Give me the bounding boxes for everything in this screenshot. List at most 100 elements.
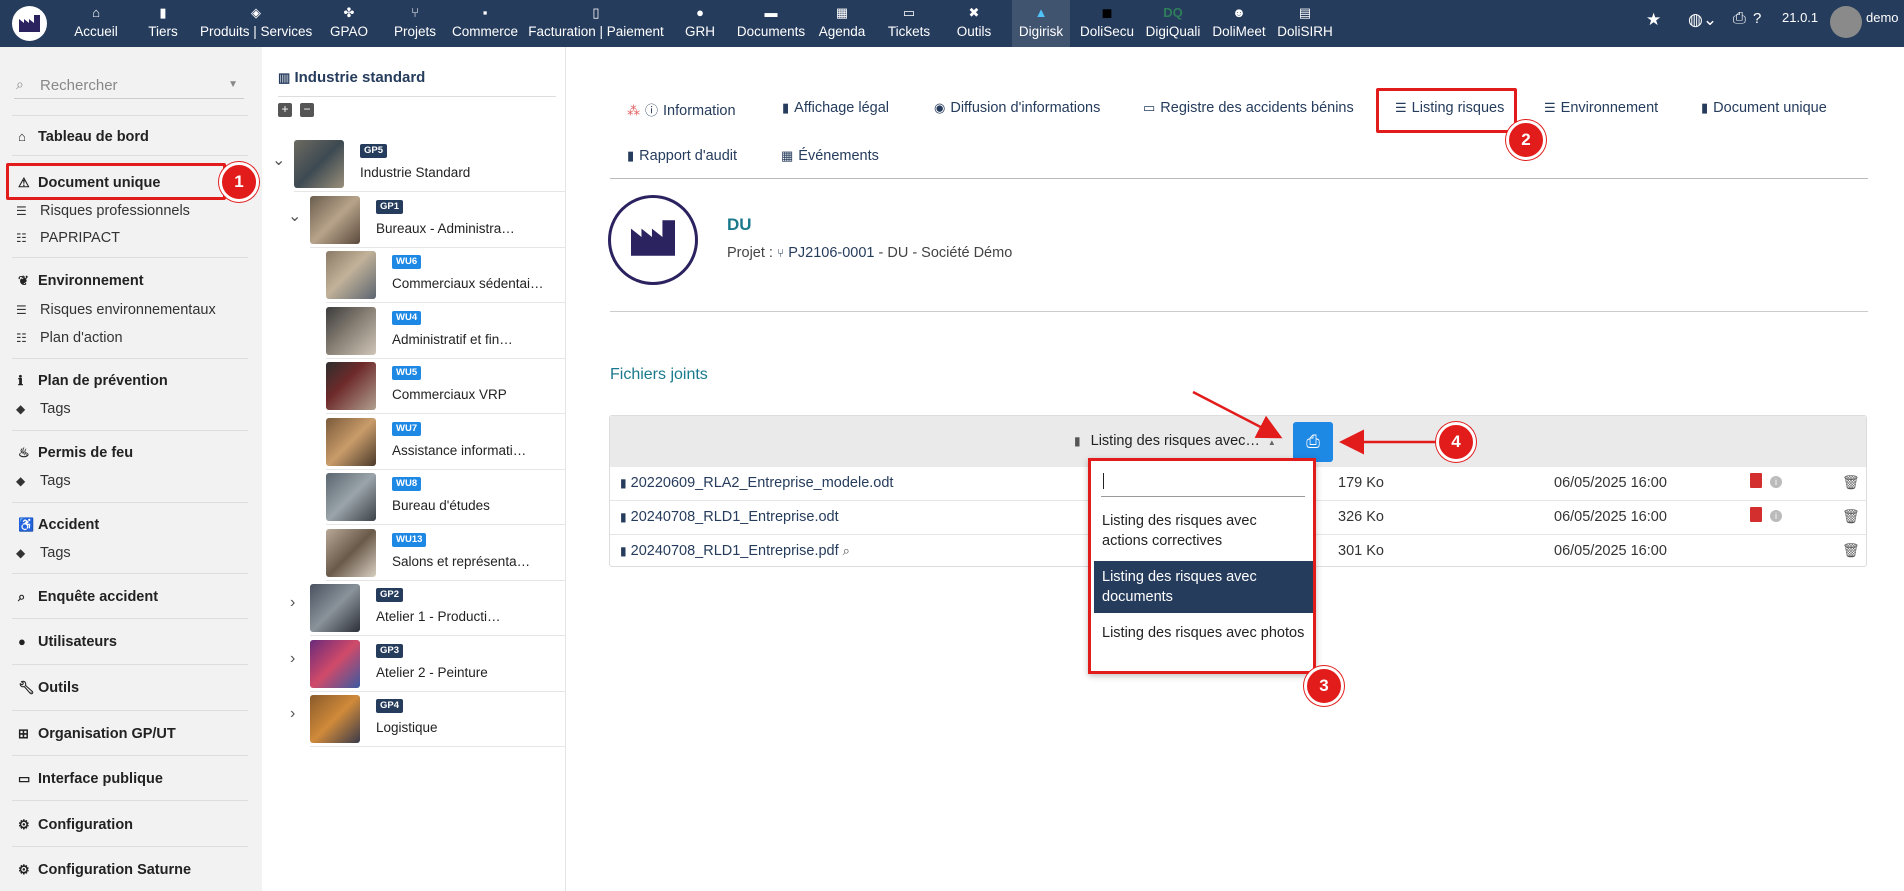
tab-affichage-legal[interactable]: ▮ Affichage légal bbox=[782, 100, 889, 116]
tab-rapport-audit[interactable]: ▮ Rapport d'audit bbox=[627, 148, 737, 164]
nav-accueil[interactable]: ⌂ Accueil bbox=[70, 0, 122, 47]
menu-tags-permis[interactable]: ◆ Tags bbox=[16, 473, 71, 489]
nav-grh[interactable]: ● GRH bbox=[680, 0, 720, 47]
tab-environnement[interactable]: ☰ Environnement bbox=[1544, 100, 1658, 116]
nav-produits-services[interactable]: ◈ Produits | Services bbox=[200, 0, 312, 47]
info-icon[interactable]: i bbox=[1770, 476, 1782, 488]
tree-node-wu8[interactable]: WU8 Bureau d'études bbox=[326, 471, 566, 525]
trash-icon[interactable]: 🗑︎ bbox=[1842, 474, 1860, 491]
nav-gpao[interactable]: ✤ GPAO bbox=[326, 0, 372, 47]
tree-node-gp4[interactable]: GP4 Logistique bbox=[310, 693, 566, 747]
nav-commerce[interactable]: ▪ Commerce bbox=[451, 0, 519, 47]
nav-dolisirh[interactable]: ▤ DoliSIRH bbox=[1276, 0, 1334, 47]
file-link[interactable]: ▮ 20220609_RLA2_Entreprise_modele.odt bbox=[620, 475, 893, 491]
menu-risques-professionnels[interactable]: ☰ Risques professionnels bbox=[16, 203, 190, 219]
model-select[interactable]: ▮ Listing des risques avec… ▲ bbox=[1074, 433, 1276, 449]
pdf-icon[interactable] bbox=[1750, 507, 1762, 522]
dropdown-option[interactable]: Listing des risques avec photos bbox=[1094, 617, 1313, 649]
file-link[interactable]: ▮ 20240708_RLD1_Entreprise.pdf ⌕ bbox=[620, 543, 850, 559]
chevron-right-icon[interactable]: › bbox=[290, 650, 295, 668]
menu-tableau-de-bord[interactable]: ⌂ Tableau de bord bbox=[18, 129, 149, 145]
menu-environnement[interactable]: ❦ Environnement bbox=[18, 273, 144, 289]
menu-utilisateurs[interactable]: ● Utilisateurs bbox=[18, 634, 117, 650]
tree-title[interactable]: ▥ Industrie standard bbox=[278, 69, 425, 86]
nav-outils[interactable]: ✖ Outils bbox=[950, 0, 998, 47]
nav-agenda[interactable]: ▦ Agenda bbox=[814, 0, 870, 47]
menu-plan-action[interactable]: ☷ Plan d'action bbox=[16, 330, 123, 346]
avatar[interactable] bbox=[1830, 6, 1862, 38]
nav-documents[interactable]: ▬ Documents bbox=[734, 0, 808, 47]
chevron-down-icon[interactable]: ⌄ bbox=[272, 150, 285, 170]
project-link[interactable]: PJ2106-0001 bbox=[788, 245, 874, 261]
nav-facturation-paiement[interactable]: ▯ Facturation | Paiement bbox=[528, 0, 664, 47]
nav-digirisk[interactable]: ▲ Digirisk bbox=[1012, 0, 1070, 47]
collapse-all-button[interactable]: − bbox=[300, 103, 314, 117]
chevron-right-icon[interactable]: › bbox=[290, 705, 295, 723]
tree-node-wu6[interactable]: WU6 Commerciaux sédentai… bbox=[326, 249, 566, 303]
nav-projets[interactable]: ⑂ Projets bbox=[390, 0, 440, 47]
menu-tags-accident[interactable]: ◆ Tags bbox=[16, 545, 71, 561]
file-link[interactable]: ▮ 20240708_RLD1_Entreprise.odt bbox=[620, 509, 839, 525]
nav-tickets[interactable]: ▭ Tickets bbox=[883, 0, 935, 47]
project-line: Projet : ⑂ PJ2106-0001 - DU - Société Dé… bbox=[727, 245, 1013, 261]
tree-node-wu13[interactable]: WU13 Salons et représenta… bbox=[326, 527, 566, 581]
chevron-right-icon[interactable]: › bbox=[290, 594, 295, 612]
file-icon: ▮ bbox=[1701, 100, 1709, 115]
nav-digiquali[interactable]: DQ DigiQuali bbox=[1144, 0, 1202, 47]
menu-organisation-gp-ut[interactable]: ⊞ Organisation GP/UT bbox=[18, 726, 176, 742]
thumbnail-image bbox=[326, 251, 376, 299]
dolibarr-logo-icon[interactable] bbox=[12, 6, 47, 41]
user-name[interactable]: demo bbox=[1866, 10, 1899, 25]
menu-plan-prevention[interactable]: ℹ Plan de prévention bbox=[18, 373, 168, 389]
thumbnail-image bbox=[310, 196, 360, 244]
tree-node-wu5[interactable]: WU5 Commerciaux VRP bbox=[326, 360, 566, 414]
nav-dolimeet[interactable]: ☻ DoliMeet bbox=[1210, 0, 1268, 47]
tab-information[interactable]: ⁂ ⓘ Information bbox=[627, 100, 736, 119]
menu-risques-environnementaux[interactable]: ☰ Risques environnementaux bbox=[16, 302, 216, 318]
dropdown-option-selected[interactable]: Listing des risques avec documents bbox=[1094, 561, 1313, 613]
menu-papripact[interactable]: ☷ PAPRIPACT bbox=[16, 230, 120, 246]
search-input[interactable]: ⌕ Rechercher ▼ bbox=[14, 73, 244, 99]
pdf-icon[interactable] bbox=[1750, 473, 1762, 488]
menu-accident[interactable]: ♿ Accident bbox=[18, 517, 99, 533]
tab-registre-accidents[interactable]: ▭ Registre des accidents bénins bbox=[1143, 100, 1354, 116]
tree-node-gp5[interactable]: GP5 Industrie Standard bbox=[294, 138, 566, 192]
generate-button[interactable]: ⎙ bbox=[1293, 422, 1333, 462]
tab-document-unique[interactable]: ▮ Document unique bbox=[1701, 100, 1827, 116]
tree-node-gp2[interactable]: GP2 Atelier 1 - Producti… bbox=[310, 582, 566, 636]
tree-node-wu7[interactable]: WU7 Assistance informati… bbox=[326, 416, 566, 470]
star-icon[interactable]: ★ bbox=[1646, 10, 1661, 30]
tree-node-gp1[interactable]: GP1 Bureaux - Administra… bbox=[310, 194, 566, 248]
menu-configuration[interactable]: ⚙ Configuration bbox=[18, 817, 133, 833]
expand-all-button[interactable]: + bbox=[278, 103, 292, 117]
dropdown-option[interactable]: Listing des risques avec actions correct… bbox=[1094, 505, 1313, 557]
menu-tags-prevention[interactable]: ◆ Tags bbox=[16, 401, 71, 417]
printer-icon[interactable]: ⎙ bbox=[1733, 10, 1746, 28]
list-icon: ☰ bbox=[16, 204, 27, 218]
file-date: 06/05/2025 16:00 bbox=[1554, 475, 1667, 491]
checklist-icon: ☷ bbox=[16, 231, 27, 245]
menu-outils[interactable]: 🔧︎ Outils bbox=[18, 680, 79, 696]
thumbnail-image bbox=[310, 640, 360, 688]
tab-evenements[interactable]: ▦ Événements bbox=[781, 148, 879, 164]
help-icon[interactable]: ? bbox=[1753, 10, 1761, 27]
info-icon[interactable]: i bbox=[1770, 510, 1782, 522]
trash-icon[interactable]: 🗑︎ bbox=[1842, 508, 1860, 525]
nav-dolisecu[interactable]: ■ DoliSecu bbox=[1078, 0, 1136, 47]
trash-icon[interactable]: 🗑︎ bbox=[1842, 542, 1860, 559]
file-icon: ▮ bbox=[627, 148, 635, 163]
globe-icon[interactable]: ◍⌄ bbox=[1688, 10, 1717, 30]
menu-enquete-accident[interactable]: ⌕ Enquête accident bbox=[18, 589, 158, 605]
chevron-down-icon[interactable]: ⌄ bbox=[288, 206, 301, 226]
menu-configuration-saturne[interactable]: ⚙ Configuration Saturne bbox=[18, 862, 191, 878]
tab-diffusion[interactable]: ◉ Diffusion d'informations bbox=[934, 100, 1100, 116]
model-dropdown: Listing des risques avec actions correct… bbox=[1088, 458, 1316, 674]
zoom-icon[interactable]: ⌕ bbox=[843, 543, 850, 558]
tree-node-gp3[interactable]: GP3 Atelier 2 - Peinture bbox=[310, 638, 566, 692]
menu-interface-publique[interactable]: ▭ Interface publique bbox=[18, 771, 163, 787]
menu-permis-de-feu[interactable]: ♨ Permis de feu bbox=[18, 445, 133, 461]
nav-tiers[interactable]: ▮ Tiers bbox=[145, 0, 181, 47]
tree-node-wu4[interactable]: WU4 Administratif et fin… bbox=[326, 305, 566, 359]
dropdown-search-input[interactable] bbox=[1101, 467, 1305, 497]
leaf-icon: ❦ bbox=[18, 273, 29, 288]
